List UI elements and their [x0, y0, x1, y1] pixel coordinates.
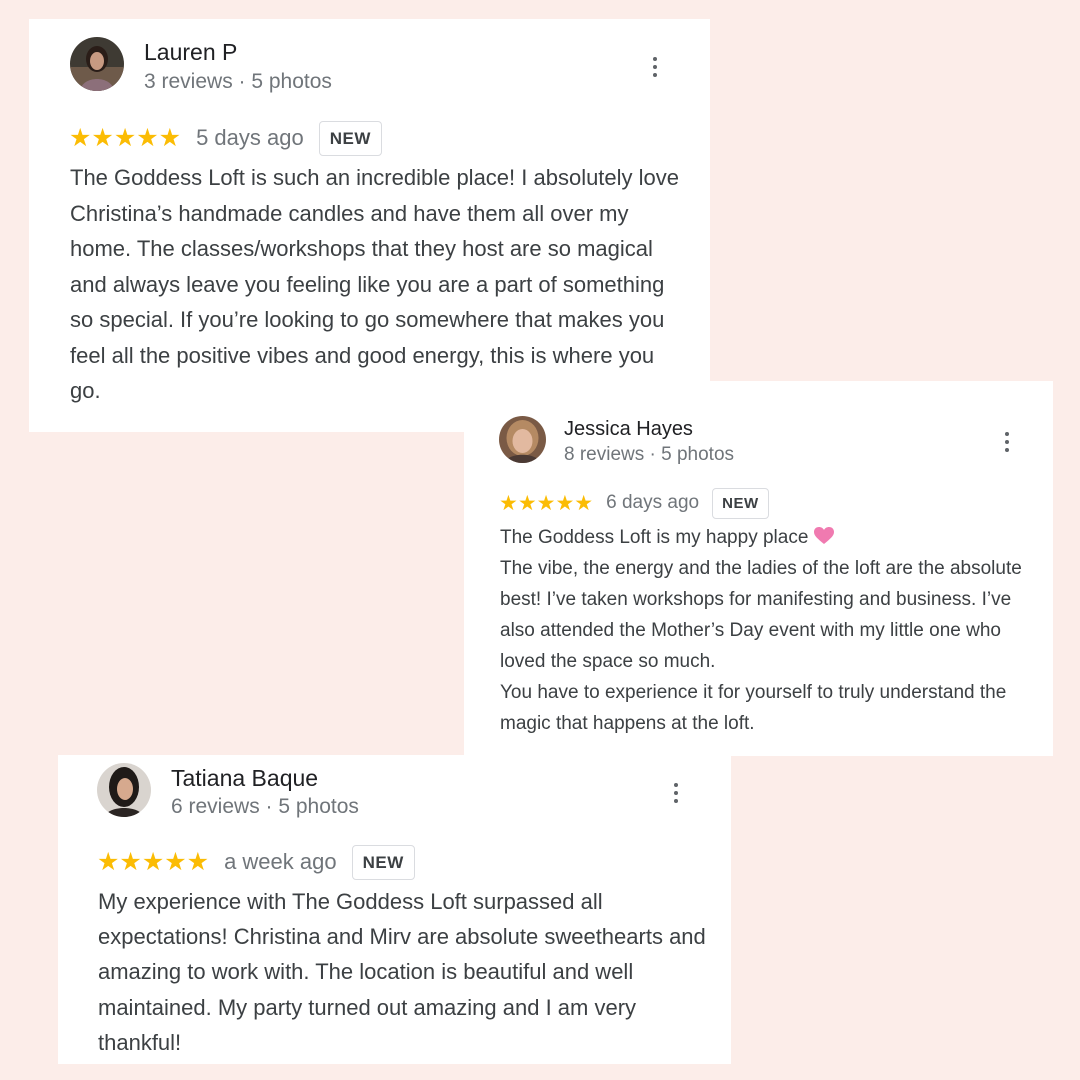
more-options-icon[interactable] [995, 431, 1019, 453]
more-options-icon[interactable] [643, 55, 667, 79]
review-card: Jessica Hayes 8 reviews · 5 photos ★★★★★… [464, 381, 1053, 756]
review-paragraph: The Goddess Loft is such an incredible p… [70, 165, 680, 403]
new-badge: NEW [351, 844, 415, 880]
review-paragraph: The vibe, the energy and the ladies of t… [500, 558, 1022, 672]
new-badge: NEW [712, 487, 769, 519]
reviewer-stats: 3 reviews · 5 photos [144, 70, 332, 93]
review-text: The Goddess Loft is such an incredible p… [70, 160, 690, 409]
star-rating-icon: ★★★★★ [97, 848, 210, 876]
star-rating-icon: ★★★★★ [499, 491, 594, 515]
review-paragraph-text: The Goddess Loft is my happy place [500, 527, 809, 548]
star-rating-icon: ★★★★★ [69, 124, 182, 152]
reviewer-name[interactable]: Tatiana Baque [171, 765, 318, 792]
review-paragraph: My experience with The Goddess Loft surp… [98, 889, 706, 1055]
reviewer-name[interactable]: Lauren P [144, 39, 237, 66]
review-date: 5 days ago [196, 125, 304, 150]
rating-row: ★★★★★ a week ago NEW [97, 844, 415, 880]
rating-row: ★★★★★ 5 days ago NEW [69, 120, 382, 156]
review-card: Tatiana Baque 6 reviews · 5 photos ★★★★★… [58, 755, 731, 1064]
reviewer-avatar[interactable] [70, 37, 124, 91]
reviewer-stats: 6 reviews · 5 photos [171, 795, 359, 818]
reviewer-avatar[interactable] [97, 763, 151, 817]
review-text: My experience with The Goddess Loft surp… [98, 884, 708, 1060]
pink-heart-icon [813, 527, 834, 548]
review-text: The Goddess Loft is my happy place The v… [500, 522, 1040, 739]
review-paragraph: You have to experience it for yourself t… [500, 682, 1007, 734]
review-card: Lauren P 3 reviews · 5 photos ★★★★★ 5 da… [29, 19, 710, 432]
reviewer-stats: 8 reviews · 5 photos [564, 444, 735, 465]
new-badge: NEW [318, 120, 382, 156]
review-paragraph: The Goddess Loft is my happy place [500, 522, 1040, 553]
review-date: a week ago [224, 849, 337, 874]
reviewer-name[interactable]: Jessica Hayes [564, 418, 693, 441]
reviewer-avatar[interactable] [499, 416, 546, 463]
more-options-icon[interactable] [664, 781, 688, 805]
rating-row: ★★★★★ 6 days ago NEW [499, 487, 769, 519]
review-date: 6 days ago [606, 492, 700, 513]
